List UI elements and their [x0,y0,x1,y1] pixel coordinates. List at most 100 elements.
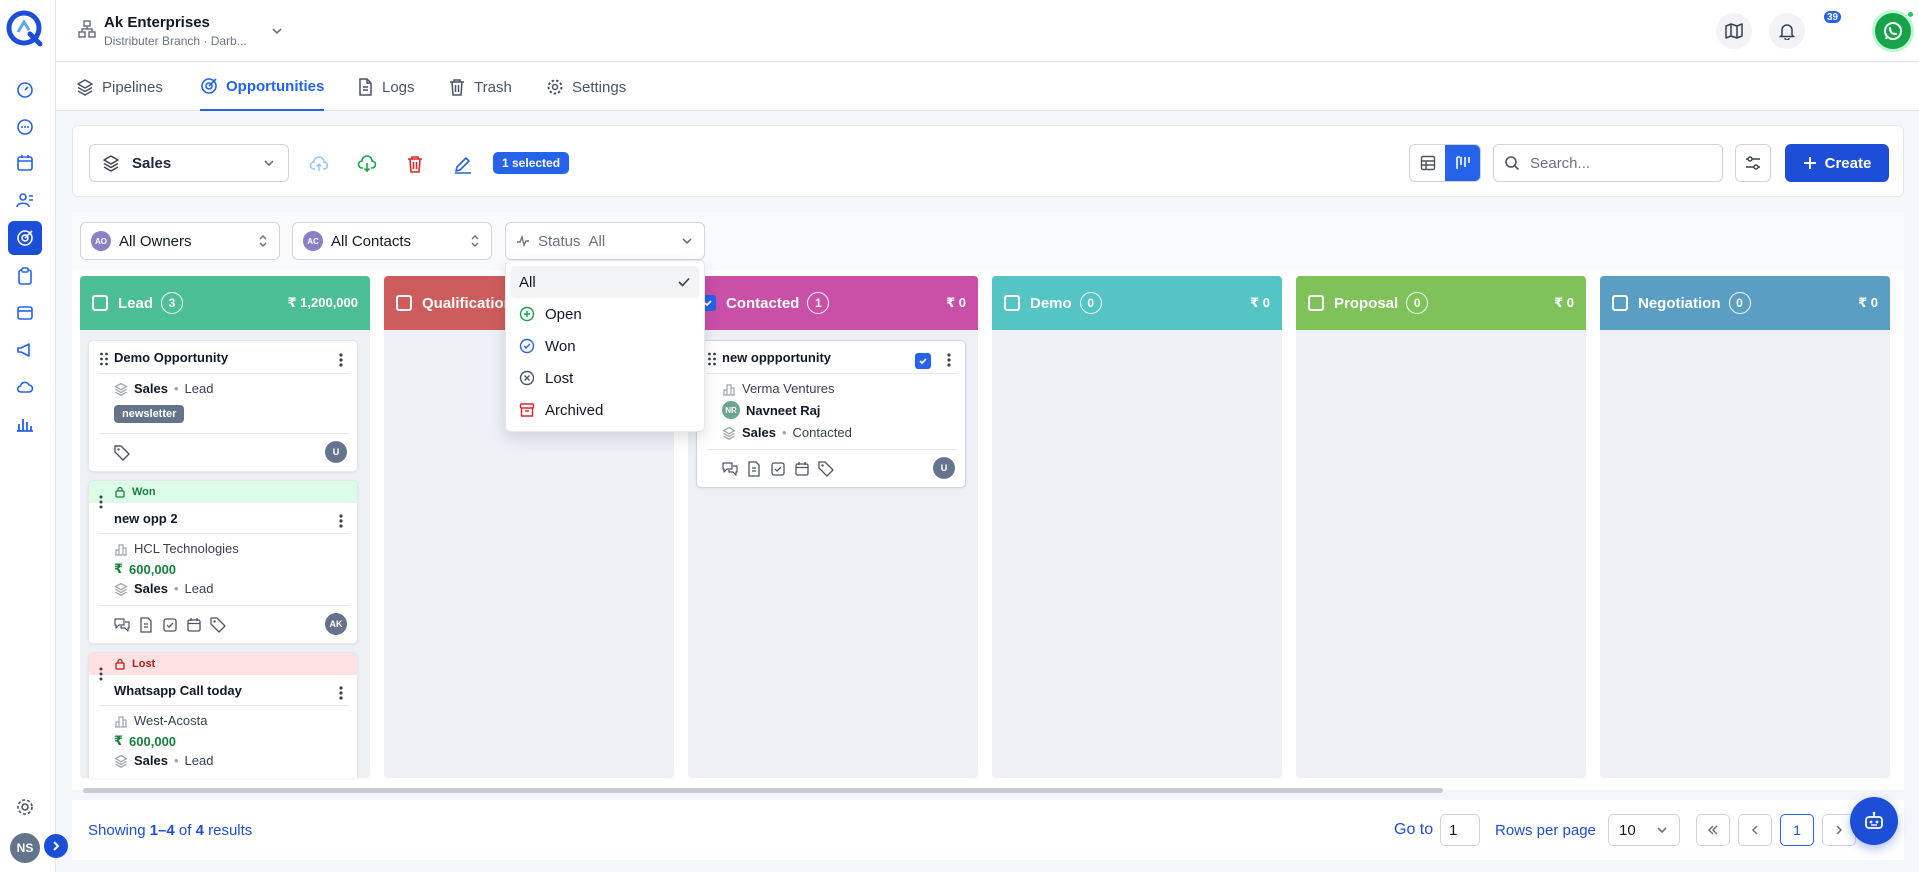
assignee-avatar[interactable]: U [325,441,347,463]
goto-page-input[interactable]: 1 [1440,814,1480,846]
cloud-icon[interactable] [14,376,36,398]
opportunity-card[interactable]: Lost Whatsapp Call today West-Acosta ₹ 6… [88,652,358,778]
board-horizontal-scrollbar[interactable] [83,788,1443,793]
app-logo-icon[interactable] [6,10,44,48]
status-option-won[interactable]: Won [511,330,699,362]
delete-icon[interactable] [405,154,425,174]
drag-handle-icon[interactable] [99,352,109,366]
organization-icon [78,20,96,38]
opportunities-nav-icon[interactable] [8,221,42,255]
clipboard-icon[interactable] [14,265,36,287]
note-icon[interactable] [746,461,762,477]
create-button[interactable]: Create [1785,144,1889,182]
status-option-all[interactable]: All [511,266,699,298]
map-icon[interactable] [1716,13,1752,49]
rows-per-page-select[interactable]: 10 [1608,814,1680,846]
task-check-icon[interactable] [770,461,786,477]
card-title[interactable]: new oppportunity [722,350,831,365]
edit-icon[interactable] [453,154,473,174]
status-label: Lost [132,658,156,670]
tag-icon[interactable] [114,445,130,461]
option-label: Won [545,337,576,355]
card-company-row: West-Acosta [114,713,207,728]
tab-logs[interactable]: Logs [356,63,415,111]
more-vertical-icon[interactable] [339,514,343,528]
opportunity-card[interactable]: new oppportunity Verma Ventures NR Navne… [696,340,966,488]
comments-icon[interactable] [114,617,130,633]
organization-name[interactable]: Ak Enterprises [104,14,210,31]
kanban-view-icon[interactable] [1445,145,1480,181]
card-title[interactable]: Demo Opportunity [114,350,228,365]
chevron-down-icon[interactable] [270,24,284,38]
card-icon[interactable] [14,302,36,324]
download-cloud-icon[interactable] [357,154,377,174]
first-page-icon[interactable] [1696,814,1730,846]
opportunity-card[interactable]: Won new opp 2 HCL Technologies ₹ 600,000… [88,480,358,644]
assignee-avatar[interactable]: AK [325,613,347,635]
status-option-open[interactable]: Open [511,298,699,330]
column-select-checkbox[interactable] [1004,295,1020,311]
prev-page-icon[interactable] [1738,814,1772,846]
column-select-checkbox[interactable] [396,295,412,311]
calendar-icon[interactable] [186,617,202,633]
assistant-bot-icon[interactable] [1850,797,1898,845]
filter-sliders-icon[interactable] [1735,144,1771,182]
tab-opportunities[interactable]: Opportunities [200,63,325,111]
chevron-down-icon [262,156,276,170]
calendar-icon[interactable] [794,461,810,477]
column-lead: Lead 3 ₹ 1,200,000 Demo Opportunity Sale… [80,276,370,778]
notifications-bell-icon[interactable] [1769,13,1805,49]
task-check-icon[interactable] [162,617,178,633]
note-icon[interactable] [138,617,154,633]
column-select-checkbox[interactable] [1612,295,1628,311]
comments-icon[interactable] [722,461,738,477]
dashboard-icon[interactable] [14,79,36,101]
status-label: Won [132,486,156,498]
chat-icon[interactable] [14,116,36,138]
drag-handle-icon[interactable] [99,667,103,681]
status-option-lost[interactable]: Lost [511,362,699,394]
pagination-footer: Showing 1–4 of 4 results Go to 1 Rows pe… [72,800,1904,860]
contact-filter-select[interactable]: AC All Contacts [292,222,492,260]
reports-icon[interactable] [14,413,36,435]
column-demo: Demo 0 ₹ 0 [992,276,1282,778]
column-select-checkbox[interactable] [92,295,108,311]
expand-sidebar-icon[interactable] [44,834,68,858]
status-filter-select[interactable]: Status All [505,222,705,260]
card-amount: 600,000 [129,733,177,749]
more-vertical-icon[interactable] [339,686,343,700]
tab-trash[interactable]: Trash [448,63,512,111]
layers-icon [114,582,128,596]
layers-icon [102,154,120,172]
drag-handle-icon[interactable] [99,495,103,509]
more-vertical-icon[interactable] [339,353,343,367]
option-label: Archived [545,401,604,419]
upload-cloud-icon[interactable] [309,154,329,174]
drag-handle-icon[interactable] [707,352,717,366]
page-number-button[interactable]: 1 [1780,814,1814,846]
table-view-icon[interactable] [1410,145,1445,181]
more-vertical-icon[interactable] [947,353,951,367]
tag-icon[interactable] [818,461,834,477]
tag-icon[interactable] [210,617,226,633]
calendar-icon[interactable] [14,152,36,174]
card-title[interactable]: new opp 2 [114,511,178,526]
user-avatar[interactable]: NS [10,833,40,863]
column-select-checkbox[interactable] [1308,295,1324,311]
search-input[interactable] [1530,154,1710,172]
column-header: Lead 3 ₹ 1,200,000 [80,276,370,330]
online-status-dot [1906,10,1915,19]
pipeline-select[interactable]: Sales [89,144,289,182]
assignee-avatar[interactable]: U [933,457,955,479]
tab-pipelines[interactable]: Pipelines [76,63,163,111]
megaphone-icon[interactable] [14,339,36,361]
contacts-icon[interactable] [14,189,36,211]
card-title[interactable]: Whatsapp Call today [114,683,242,698]
opportunity-card[interactable]: Demo Opportunity Sales • Lead newsletter … [88,340,358,472]
owner-filter-select[interactable]: AO All Owners [80,222,280,260]
tab-settings[interactable]: Settings [546,63,626,111]
settings-icon[interactable] [14,796,36,818]
card-contact[interactable]: Navneet Raj [746,403,820,418]
card-select-checkbox[interactable] [915,353,931,369]
status-option-archived[interactable]: Archived [511,394,699,426]
